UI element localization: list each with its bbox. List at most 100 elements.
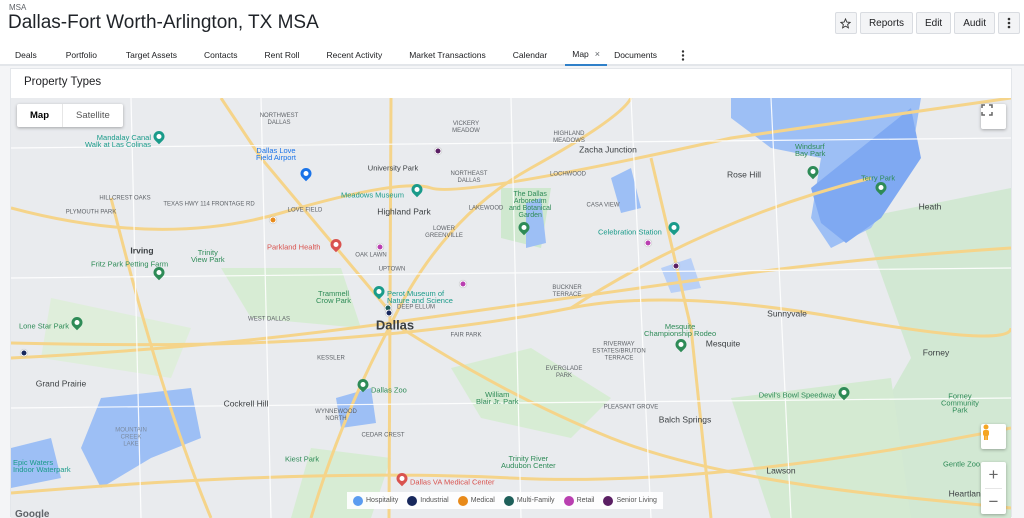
pegman-icon <box>983 424 989 440</box>
map-label-rose-hill: Rose Hill <box>726 169 762 180</box>
legend-item-multi-family[interactable]: Multi-Family <box>503 495 555 506</box>
fullscreen-icon <box>981 104 993 116</box>
tab-market-transactions[interactable]: Market Transactions <box>402 44 506 66</box>
property-marker-senior-living[interactable] <box>672 262 680 270</box>
tab-documents[interactable]: Documents <box>607 44 671 66</box>
legend-item-medical[interactable]: Medical <box>457 495 495 506</box>
legend-item-industrial[interactable]: Industrial <box>407 495 449 506</box>
page-supertitle: MSA <box>9 3 27 12</box>
map-label-pleasant-grove: PLEASANT GROVE <box>603 404 659 411</box>
tab-label: Market Transactions <box>409 50 486 60</box>
map-label-deep-ellum: DEEP ELLUM <box>397 304 435 311</box>
map-label-sunnyvale: Sunnyvale <box>767 308 807 319</box>
map-label-lochwood: LOCHWOOD <box>550 171 586 178</box>
map-type-map-button[interactable]: Map <box>17 104 62 127</box>
map-poi-trinity-view-park: Trinity View Park <box>191 248 225 264</box>
map-label-uptown: UPTOWN <box>378 266 406 273</box>
map-label-heartland: Heartland <box>948 488 986 499</box>
property-marker-retail[interactable] <box>376 243 384 251</box>
more-vertical-icon <box>1007 17 1011 29</box>
map-label-highland-park: Highland Park <box>377 206 431 217</box>
tab-label: Recent Activity <box>326 50 383 60</box>
map-label-oak-lawn: OAK LAWN <box>355 252 387 259</box>
tab-target-assets[interactable]: Target Assets <box>119 44 197 66</box>
legend-item-retail[interactable]: Retail <box>563 495 594 506</box>
tab-label: Calendar <box>512 50 548 60</box>
tab-calendar[interactable]: Calendar <box>506 44 566 66</box>
map-type-toggle: Map Satellite <box>17 104 123 127</box>
map-label-kessler: KESSLER <box>317 355 345 362</box>
fullscreen-button[interactable] <box>981 104 1006 129</box>
legend-label: Industrial <box>420 497 449 504</box>
map-label-irving: Irving <box>130 245 154 256</box>
tab-bar: Deals Portfolio Target Assets Contacts R… <box>0 44 695 66</box>
zoom-in-button[interactable]: + <box>981 462 1006 488</box>
legend-dot <box>353 495 363 506</box>
map-poi-windsurf-bay-park: Windsurf Bay Park <box>795 142 826 158</box>
zoom-out-button[interactable]: − <box>981 489 1006 515</box>
map-label-forney: Forney <box>922 347 950 358</box>
map-label-fair-park: FAIR PARK <box>450 332 482 339</box>
favorite-button[interactable] <box>834 12 857 34</box>
tab-deals[interactable]: Deals <box>0 44 59 66</box>
legend-item-senior-living[interactable]: Senior Living <box>603 495 657 506</box>
street-view-button[interactable] <box>981 424 1006 449</box>
tab-portfolio[interactable]: Portfolio <box>59 44 119 66</box>
map-poi-epic-waters: Epic Waters Indoor Waterpark <box>13 458 71 474</box>
map-label-mountain-creek-lake: MOUNTAIN CREEK LAKE <box>115 427 147 448</box>
star-icon <box>840 17 852 29</box>
map-poi-devils-bowl: Devil's Bowl Speedway <box>758 390 836 400</box>
close-icon[interactable]: × <box>595 49 600 59</box>
map-label-highland-meadows: HIGHLAND MEADOWS <box>553 131 585 144</box>
property-marker-senior-living[interactable] <box>434 147 442 155</box>
map-label-buckner-terrace: BUCKNER TERRACE <box>552 285 582 298</box>
map-poi-william-blair-park: William Blair Jr. Park <box>476 390 519 406</box>
map-poi-meadows-museum: Meadows Museum <box>341 190 404 200</box>
legend-label: Senior Living <box>616 497 657 504</box>
map-poi-mesquite-rodeo: Mesquite Championship Rodeo <box>644 322 717 338</box>
header-actions: Reports Edit Audit <box>834 12 1020 34</box>
tab-map[interactable]: Map × <box>565 44 608 66</box>
more-vertical-icon <box>681 49 685 61</box>
tab-label: Contacts <box>203 50 238 60</box>
map-poi-kiest-park: Kiest Park <box>285 454 320 464</box>
property-marker-retail[interactable] <box>644 239 652 247</box>
map-poi-forney-park: Forney Community Park <box>941 391 979 415</box>
tab-label: Rent Roll <box>264 50 300 60</box>
map-poi-love-field-airport: Dallas Love Field Airport <box>256 146 297 162</box>
tab-label: Map <box>572 49 589 59</box>
audit-button[interactable]: Audit <box>954 12 995 34</box>
legend-item-hospitality[interactable]: Hospitality <box>353 495 399 506</box>
property-marker-medical[interactable] <box>269 216 277 224</box>
legend-label: Hospitality <box>366 497 399 504</box>
legend-dot <box>407 495 418 506</box>
map-label-west-dallas: WEST DALLAS <box>248 316 290 323</box>
property-marker-industrial[interactable] <box>20 349 28 357</box>
reports-button[interactable]: Reports <box>859 12 913 34</box>
map-type-satellite-button[interactable]: Satellite <box>62 104 123 127</box>
map-label-balch-springs: Balch Springs <box>658 414 712 425</box>
edit-button[interactable]: Edit <box>915 12 952 34</box>
tab-contacts[interactable]: Contacts <box>197 44 258 66</box>
legend-dot <box>603 495 614 506</box>
tab-recent-activity[interactable]: Recent Activity <box>319 44 402 66</box>
map-label-heath: Heath <box>918 201 942 212</box>
tab-label: Documents <box>614 50 658 60</box>
map-label-cedar-crest: CEDAR CREST <box>361 432 405 439</box>
legend-dot <box>563 495 574 506</box>
property-marker-industrial[interactable] <box>385 309 393 317</box>
map-label-dallas: Dallas <box>375 317 415 333</box>
more-menu-button[interactable] <box>998 12 1020 34</box>
map-label-everglade-park: EVERGLADE PARK <box>545 366 583 379</box>
tab-rent-roll[interactable]: Rent Roll <box>258 44 320 66</box>
page-title: Dallas-Fort Worth-Arlington, TX MSA <box>8 12 319 33</box>
property-marker-retail[interactable] <box>459 280 467 288</box>
map-label-plymouth-park: PLYMOUTH PARK <box>65 209 117 216</box>
map-poi-terry-park: Terry Park <box>861 173 896 183</box>
map-label-lakewood: LAKEWOOD <box>468 205 504 212</box>
tabs-more-button[interactable] <box>671 44 695 66</box>
map-canvas[interactable]: NORTHWEST DALLAS VICKERY MEADOW HIGHLAND… <box>11 98 1011 518</box>
property-types-card: Property Types NORTHWEST DALLAS VICKERY … <box>10 68 1012 518</box>
map-label-hillcrest-oaks: HILLCREST OAKS <box>99 195 151 202</box>
map-label-cockrell-hill: Cockrell Hill <box>223 398 269 409</box>
